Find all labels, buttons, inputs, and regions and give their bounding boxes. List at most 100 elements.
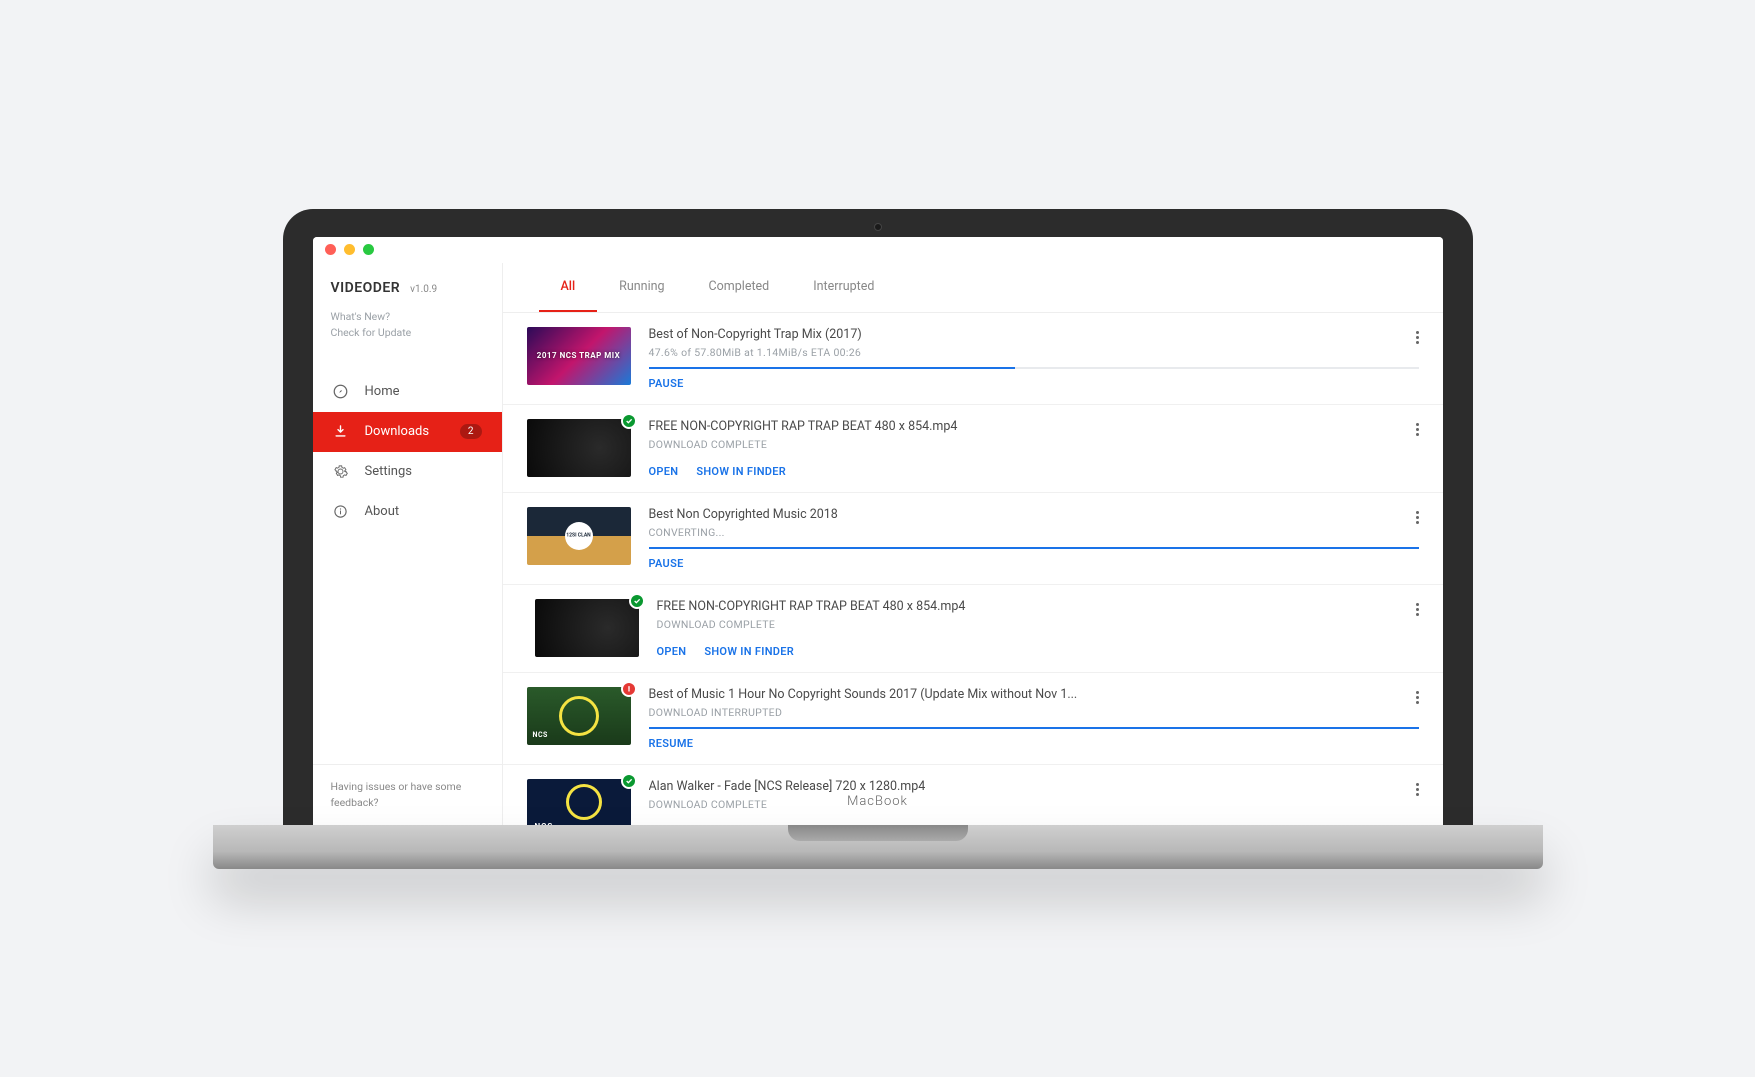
open-button[interactable]: OPEN	[649, 465, 679, 478]
more-menu-button[interactable]	[1416, 603, 1419, 616]
downloads-badge: 2	[460, 424, 482, 439]
item-body: Best Non Copyrighted Music 2018 CONVERTI…	[649, 507, 1419, 570]
item-status: DOWNLOAD INTERRUPTED	[649, 706, 1419, 719]
check-icon	[621, 413, 637, 429]
thumbnail-text: NCS	[533, 731, 548, 739]
filter-tabs: All Running Completed Interrupted	[503, 263, 1443, 313]
gear-icon	[333, 464, 349, 480]
nav-home-label: Home	[365, 384, 400, 399]
more-menu-button[interactable]	[1416, 511, 1419, 524]
main-panel: All Running Completed Interrupted 2017 N…	[503, 263, 1443, 825]
thumbnail: 2017 NCS TRAP MIX	[527, 327, 631, 385]
item-actions: PAUSE	[649, 377, 1419, 390]
sidebar-header: VIDEODER v1.0.9	[313, 263, 502, 304]
item-body: FREE NON-COPYRIGHT RAP TRAP BEAT 480 x 8…	[657, 599, 1419, 658]
sidebar-nav: Home Downloads 2	[313, 372, 502, 532]
window-minimize-button[interactable]	[344, 244, 355, 255]
check-update-link[interactable]: Check for Update	[331, 326, 484, 339]
item-title: Best Non Copyrighted Music 2018	[649, 507, 1419, 522]
more-menu-button[interactable]	[1416, 331, 1419, 344]
feedback-text: Having issues or have some feedback?	[331, 780, 462, 809]
device-label: MacBook	[847, 794, 908, 809]
item-body: FREE NON-COPYRIGHT RAP TRAP BEAT 480 x 8…	[649, 419, 1419, 478]
nav-settings[interactable]: Settings	[313, 452, 502, 492]
thumbnail	[527, 419, 631, 477]
progress-bar	[649, 547, 1419, 549]
tab-interrupted[interactable]: Interrupted	[791, 263, 896, 312]
downloads-list: 2017 NCS TRAP MIX Best of Non-Copyright …	[503, 313, 1443, 825]
thumbnail-wrap: 2017 NCS TRAP MIX	[527, 327, 631, 390]
thumbnail-text: 2017 NCS TRAP MIX	[537, 351, 621, 360]
progress-fill	[649, 547, 1419, 549]
download-item: FREE NON-COPYRIGHT RAP TRAP BEAT 480 x 8…	[503, 405, 1443, 493]
item-title: FREE NON-COPYRIGHT RAP TRAP BEAT 480 x 8…	[657, 599, 1419, 614]
laptop-notch	[788, 825, 968, 841]
item-actions: RESUME	[649, 737, 1419, 750]
show-in-finder-button[interactable]: SHOW IN FINDER	[696, 465, 786, 478]
item-body: Best of Non-Copyright Trap Mix (2017) 47…	[649, 327, 1419, 390]
nav-downloads[interactable]: Downloads 2	[313, 412, 502, 452]
pause-button[interactable]: PAUSE	[649, 557, 684, 570]
tab-completed[interactable]: Completed	[687, 263, 792, 312]
compass-icon	[333, 384, 349, 400]
item-actions: OPEN SHOW IN FINDER	[649, 465, 1419, 478]
thumbnail	[535, 599, 639, 657]
more-menu-button[interactable]	[1416, 423, 1419, 436]
item-status: DOWNLOAD COMPLETE	[649, 798, 1419, 811]
more-menu-button[interactable]	[1416, 691, 1419, 704]
nav-about[interactable]: About	[313, 492, 502, 532]
window-maximize-button[interactable]	[363, 244, 374, 255]
item-title: Best of Non-Copyright Trap Mix (2017)	[649, 327, 1419, 342]
thumbnail-wrap: NCS	[527, 687, 631, 750]
app-version: v1.0.9	[410, 284, 437, 295]
thumbnail: NCS	[527, 687, 631, 745]
item-body: Best of Music 1 Hour No Copyright Sounds…	[649, 687, 1419, 750]
tab-all[interactable]: All	[539, 263, 598, 312]
whats-new-link[interactable]: What's New?	[331, 310, 484, 323]
laptop-bezel: VIDEODER v1.0.9 What's New? Check for Up…	[283, 209, 1473, 825]
tab-running[interactable]: Running	[597, 263, 686, 312]
nav-home[interactable]: Home	[313, 372, 502, 412]
show-in-finder-button[interactable]: SHOW IN FINDER	[704, 645, 794, 658]
laptop-mockup: VIDEODER v1.0.9 What's New? Check for Up…	[283, 209, 1473, 869]
download-icon	[333, 424, 349, 440]
download-item: 2017 NCS TRAP MIX Best of Non-Copyright …	[503, 313, 1443, 405]
window-titlebar	[313, 237, 1443, 263]
open-button[interactable]: OPEN	[657, 645, 687, 658]
app-window: VIDEODER v1.0.9 What's New? Check for Up…	[313, 237, 1443, 825]
thumbnail-wrap: 12SI CLAN	[527, 507, 631, 570]
sidebar-footer: Having issues or have some feedback?	[313, 764, 502, 825]
sidebar: VIDEODER v1.0.9 What's New? Check for Up…	[313, 263, 503, 825]
item-actions: PAUSE	[649, 557, 1419, 570]
thumbnail-wrap	[535, 599, 639, 658]
nav-settings-label: Settings	[365, 464, 412, 479]
thumbnail-wrap	[527, 419, 631, 478]
item-status: CONVERTING...	[649, 526, 1419, 539]
item-status: DOWNLOAD COMPLETE	[649, 438, 1419, 451]
download-item: NCS Alan Walker - Fade [NCS Release] 720…	[503, 765, 1443, 825]
download-item: NCS Best of Music 1 Hour No Copyright So…	[503, 673, 1443, 765]
item-title: Alan Walker - Fade [NCS Release] 720 x 1…	[649, 779, 1419, 794]
laptop-base	[213, 825, 1543, 869]
progress-fill	[649, 727, 1419, 729]
thumbnail-wrap: NCS	[527, 779, 631, 825]
info-icon	[333, 504, 349, 520]
item-title: FREE NON-COPYRIGHT RAP TRAP BEAT 480 x 8…	[649, 419, 1419, 434]
more-menu-button[interactable]	[1416, 783, 1419, 796]
app-name: VIDEODER	[331, 280, 401, 296]
thumbnail: NCS	[527, 779, 631, 825]
check-icon	[629, 593, 645, 609]
resume-button[interactable]: RESUME	[649, 737, 694, 750]
thumbnail-text: 12SI CLAN	[566, 533, 590, 538]
error-icon	[621, 681, 637, 697]
progress-bar	[649, 367, 1419, 369]
thumbnail: 12SI CLAN	[527, 507, 631, 565]
window-close-button[interactable]	[325, 244, 336, 255]
app-body: VIDEODER v1.0.9 What's New? Check for Up…	[313, 263, 1443, 825]
pause-button[interactable]: PAUSE	[649, 377, 684, 390]
nav-downloads-label: Downloads	[365, 424, 430, 439]
item-body: Alan Walker - Fade [NCS Release] 720 x 1…	[649, 779, 1419, 825]
progress-bar	[649, 727, 1419, 729]
item-title: Best of Music 1 Hour No Copyright Sounds…	[649, 687, 1419, 702]
download-item: 12SI CLAN Best Non Copyrighted Music 201…	[503, 493, 1443, 585]
